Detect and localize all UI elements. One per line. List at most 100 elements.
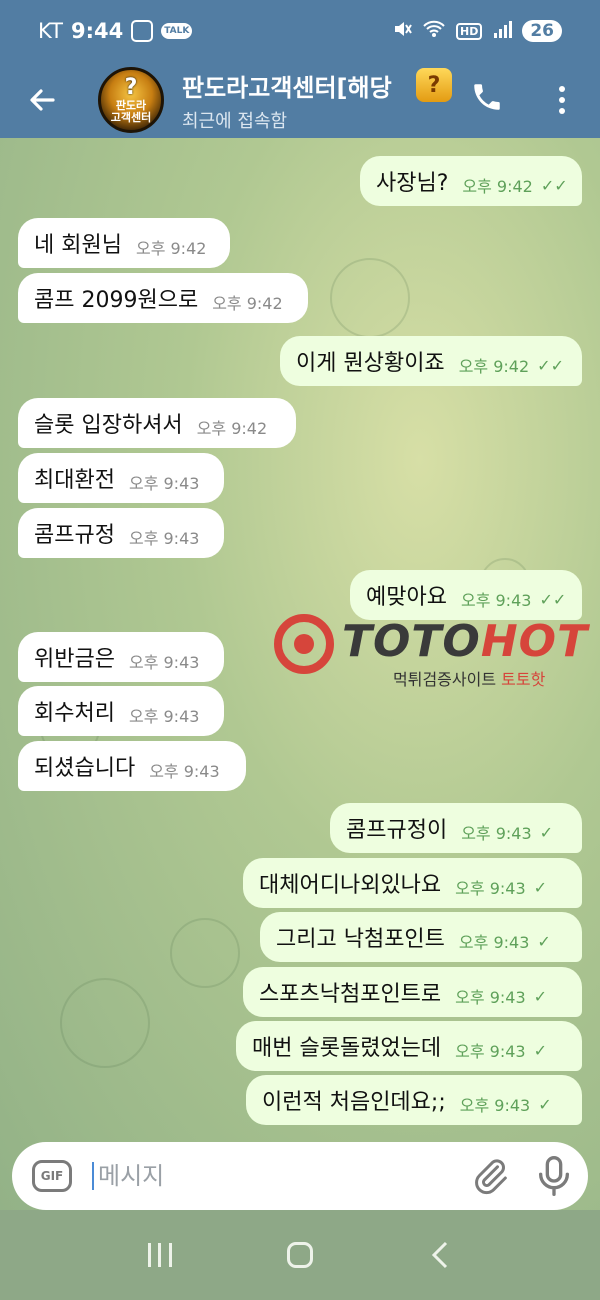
message-incoming[interactable]: 최대환전 오후 9:43	[18, 453, 224, 503]
system-back-button[interactable]	[428, 1241, 452, 1269]
recent-apps-icon-bar	[158, 1243, 162, 1267]
avatar-text-2: 고객센터	[110, 111, 152, 125]
more-vert-icon-dot	[559, 97, 565, 103]
background-doodle	[60, 978, 150, 1068]
message-text: 슬롯 입장하셔서	[34, 413, 183, 438]
chat-title: 판도라고객센터[해당	[182, 73, 392, 102]
more-vert-icon-dot	[559, 86, 565, 92]
recent-apps-button[interactable]	[147, 1243, 172, 1267]
message-composer: GIF	[12, 1142, 588, 1210]
status-right: HD 26	[392, 19, 562, 44]
carrier-label: KT	[38, 19, 63, 43]
message-incoming[interactable]: 되셨습니다 오후 9:43	[18, 741, 246, 791]
message-text: 콤프규정이	[346, 818, 448, 843]
chevron-left-icon	[432, 1241, 448, 1269]
message-outgoing[interactable]: 이게 뭔상황이죠 오후 9:42 ✓✓	[280, 336, 582, 386]
message-time: 오후 9:43	[458, 933, 530, 952]
talk-notification-icon: TALK	[161, 23, 193, 39]
status-bar: KT 9:44 TALK HD 26	[0, 0, 600, 62]
screenshot-icon	[131, 20, 154, 42]
message-text: 콤프 2099원으로	[34, 288, 199, 313]
gif-button[interactable]: GIF	[32, 1160, 72, 1192]
message-outgoing[interactable]: 대체어디나외있나요 오후 9:43 ✓	[243, 858, 582, 908]
message-time: 오후 9:43	[128, 474, 200, 493]
paperclip-icon	[475, 1159, 507, 1195]
background-doodle	[170, 918, 240, 988]
check-icon: ✓	[533, 986, 548, 1006]
message-time: 오후 9:43	[128, 653, 200, 672]
message-text: 콤프규정	[34, 523, 115, 548]
last-seen-status: 최근에 접속함	[182, 110, 288, 132]
message-outgoing[interactable]: 사장님? 오후 9:42 ✓✓	[360, 156, 582, 206]
chat-area[interactable]: TOTOHOT 먹튀검증사이트 토토핫 사장님? 오후 9:42 ✓✓ 네 회원…	[0, 138, 600, 1210]
message-time: 오후 9:43	[461, 824, 532, 843]
microphone-icon	[539, 1156, 569, 1196]
watermark-brand-a: TOTO	[342, 616, 481, 667]
message-time: 오후 9:43	[149, 762, 220, 781]
message-incoming[interactable]: 슬롯 입장하셔서 오후 9:42	[18, 398, 296, 448]
question-mark-icon: ?	[124, 74, 138, 100]
voice-record-button[interactable]	[534, 1154, 574, 1198]
check-icon: ✓	[539, 822, 554, 842]
message-time: 오후 9:43	[128, 529, 200, 548]
avatar[interactable]: ? 판도라 고객센터	[98, 67, 164, 133]
chat-title-block[interactable]: 판도라고객센터[해당 ? 최근에 접속함	[182, 68, 452, 133]
message-outgoing[interactable]: 이런적 처음인데요;; 오후 9:43 ✓	[246, 1075, 582, 1125]
recent-apps-icon-bar	[147, 1243, 151, 1267]
clock: 9:44	[70, 19, 124, 43]
chat-header: ? 판도라 고객센터 판도라고객센터[해당 ? 최근에 접속함	[0, 62, 600, 138]
message-time: 오후 9:43	[460, 591, 532, 610]
message-time: 오후 9:42	[212, 294, 283, 313]
arrow-left-icon	[30, 89, 55, 111]
message-text: 대체어디나외있나요	[259, 873, 442, 898]
message-incoming[interactable]: 콤프규정 오후 9:43	[18, 508, 224, 558]
watermark-brand-b: HOT	[480, 616, 589, 667]
home-button[interactable]	[286, 1242, 313, 1268]
call-button[interactable]	[470, 80, 510, 120]
more-options-button[interactable]	[550, 80, 574, 120]
message-time: 오후 9:42	[135, 239, 207, 258]
message-outgoing[interactable]: 그리고 낙첨포인트 오후 9:43 ✓	[260, 912, 582, 962]
message-incoming[interactable]: 위반금은 오후 9:43	[18, 632, 224, 682]
more-vert-icon-dot	[559, 108, 565, 114]
message-time: 오후 9:43	[128, 707, 200, 726]
message-text: 회수처리	[34, 701, 115, 726]
message-text: 네 회원님	[34, 233, 122, 258]
message-time: 오후 9:42	[462, 177, 533, 196]
message-input[interactable]	[92, 1162, 432, 1190]
message-text: 스포츠낙첨포인트로	[259, 982, 442, 1007]
check-icon: ✓	[533, 1040, 548, 1060]
recent-apps-icon-bar	[168, 1243, 172, 1267]
system-navigation-bar	[0, 1210, 600, 1300]
double-check-icon: ✓✓	[537, 355, 564, 375]
hd-icon: HD	[455, 22, 483, 40]
background-doodle	[330, 258, 410, 338]
message-text: 되셨습니다	[34, 756, 136, 781]
check-icon: ✓	[533, 877, 548, 897]
watermark-sub-a: 먹튀검증사이트	[393, 670, 502, 689]
message-text: 매번 슬롯돌렸었는데	[252, 1036, 442, 1061]
double-check-icon: ✓✓	[539, 589, 567, 609]
message-incoming[interactable]: 회수처리 오후 9:43	[18, 686, 224, 736]
watermark-subtitle: 먹튀검증사이트 토토핫	[393, 666, 545, 690]
message-outgoing[interactable]: 콤프규정이 오후 9:43 ✓	[330, 803, 582, 853]
message-time: 오후 9:43	[455, 1042, 526, 1061]
message-text: 이게 뭔상황이죠	[296, 351, 445, 376]
message-text: 그리고 낙첨포인트	[276, 927, 445, 952]
question-box-icon: ?	[416, 68, 452, 102]
message-text: 최대환전	[34, 468, 115, 493]
check-icon: ✓	[538, 1094, 552, 1114]
message-time: 오후 9:42	[458, 357, 530, 376]
message-time: 오후 9:43	[459, 1096, 531, 1115]
message-outgoing[interactable]: 매번 슬롯돌렸었는데 오후 9:43 ✓	[236, 1021, 582, 1071]
message-incoming[interactable]: 네 회원님 오후 9:42	[18, 218, 230, 268]
message-outgoing[interactable]: 스포츠낙첨포인트로 오후 9:43 ✓	[243, 967, 582, 1017]
mute-icon	[392, 19, 412, 44]
signal-icon	[492, 19, 513, 44]
double-check-icon: ✓✓	[540, 175, 568, 195]
message-incoming[interactable]: 콤프 2099원으로 오후 9:42	[18, 273, 308, 323]
back-button[interactable]	[22, 80, 62, 120]
attach-button[interactable]	[470, 1156, 510, 1196]
message-text: 위반금은	[34, 647, 115, 672]
message-outgoing[interactable]: 예맞아요 오후 9:43 ✓✓	[350, 570, 582, 620]
